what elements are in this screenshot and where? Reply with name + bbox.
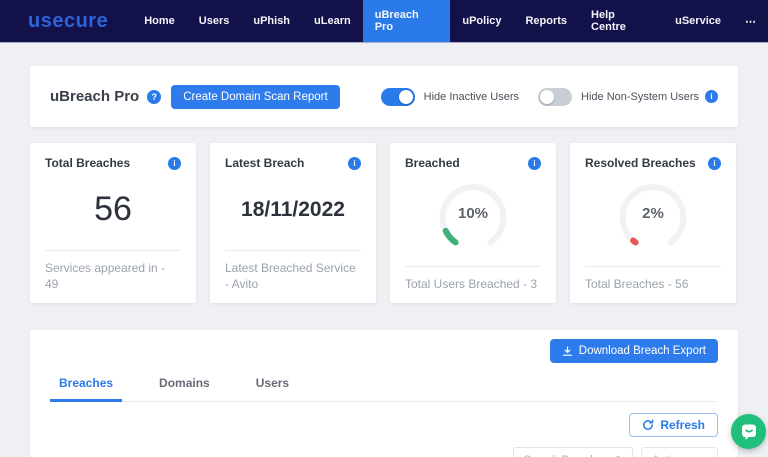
nav-item-uservice[interactable]: uService <box>663 0 733 42</box>
info-icon[interactable]: i <box>168 157 181 170</box>
toggle-knob <box>540 90 554 104</box>
tab-bar: Breaches Domains Users <box>50 376 718 402</box>
info-icon[interactable]: i <box>708 157 721 170</box>
card-footer: Total Breaches - 56 <box>585 267 721 303</box>
top-nav: usecure Home Users uPhish uLearn uBreach… <box>0 0 768 43</box>
actions-dropdown-button[interactable]: Actions <box>641 447 718 457</box>
info-icon[interactable]: i <box>705 90 718 103</box>
breached-card: Breached i 10% Total Users Breached - 3 <box>390 143 556 303</box>
breached-gauge-chart: 10% <box>435 184 511 251</box>
page-title: uBreach Pro <box>50 88 139 105</box>
hide-inactive-users-toggle[interactable] <box>381 88 415 106</box>
hide-inactive-users-label: Hide Inactive Users <box>424 91 519 103</box>
chat-launcher-button[interactable] <box>731 414 766 449</box>
hide-non-system-users-label: Hide Non-System Users <box>581 91 699 103</box>
card-footer: Total Users Breached - 3 <box>405 267 541 303</box>
gauge-percent-label: 10% <box>435 184 511 242</box>
gauge-percent-label: 2% <box>615 184 691 242</box>
resolved-breaches-card: Resolved Breaches i 2% Total Breaches - … <box>570 143 736 303</box>
latest-breach-date: 18/11/2022 <box>241 198 345 222</box>
stat-cards-row: Total Breaches i 56 Services appeared in… <box>30 143 736 303</box>
nav-item-ulearn[interactable]: uLearn <box>302 0 363 42</box>
download-breach-export-button[interactable]: Download Breach Export <box>550 339 718 363</box>
create-domain-scan-report-button[interactable]: Create Domain Scan Report <box>171 85 339 109</box>
info-icon[interactable]: i <box>348 157 361 170</box>
tab-users[interactable]: Users <box>247 376 298 402</box>
refresh-icon <box>642 419 654 431</box>
page-header: uBreach Pro ? Create Domain Scan Report … <box>30 66 738 127</box>
tab-domains[interactable]: Domains <box>150 376 219 402</box>
nav-item-more[interactable]: ⋯ <box>733 0 768 42</box>
usecure-logo[interactable]: usecure <box>28 10 108 33</box>
hide-non-system-users-toggle[interactable] <box>538 88 572 106</box>
refresh-button[interactable]: Refresh <box>629 413 718 437</box>
ubreach-pro-dashboard: usecure Home Users uPhish uLearn uBreach… <box>0 0 768 457</box>
card-title: Total Breaches <box>45 156 130 170</box>
breaches-panel: Download Breach Export Breaches Domains … <box>30 330 738 457</box>
search-breaches-input[interactable] <box>522 453 614 457</box>
nav-item-ubreach-pro[interactable]: uBreach Pro <box>363 0 451 42</box>
download-icon <box>562 346 573 357</box>
card-title: Latest Breach <box>225 156 304 170</box>
latest-breach-card: Latest Breach i 18/11/2022 Latest Breach… <box>210 143 376 303</box>
nav-item-home[interactable]: Home <box>132 0 187 42</box>
create-domain-scan-report-label: Create Domain Scan Report <box>183 91 327 103</box>
card-footer: Latest Breached Service - Avito <box>225 251 361 303</box>
toggle-knob <box>399 90 413 104</box>
total-breaches-value: 56 <box>94 190 132 229</box>
card-footer: Services appeared in - 49 <box>45 251 181 303</box>
refresh-label: Refresh <box>660 418 705 432</box>
resolved-breaches-gauge-chart: 2% <box>615 184 691 251</box>
header-toggles: Hide Inactive Users Hide Non-System User… <box>381 88 718 106</box>
card-title: Breached <box>405 156 460 170</box>
nav-item-reports[interactable]: Reports <box>513 0 579 42</box>
nav-item-help-centre[interactable]: Help Centre <box>579 0 663 42</box>
chat-icon <box>740 423 758 441</box>
nav-item-users[interactable]: Users <box>187 0 242 42</box>
download-breach-export-label: Download Breach Export <box>579 345 706 357</box>
tab-breaches[interactable]: Breaches <box>50 376 122 402</box>
total-breaches-card: Total Breaches i 56 Services appeared in… <box>30 143 196 303</box>
actions-label: Actions <box>652 453 691 457</box>
info-icon[interactable]: i <box>528 157 541 170</box>
help-icon[interactable]: ? <box>147 90 161 104</box>
search-breaches-box <box>513 447 633 457</box>
nav-item-upolicy[interactable]: uPolicy <box>450 0 513 42</box>
nav-item-uphish[interactable]: uPhish <box>241 0 302 42</box>
card-title: Resolved Breaches <box>585 156 696 170</box>
